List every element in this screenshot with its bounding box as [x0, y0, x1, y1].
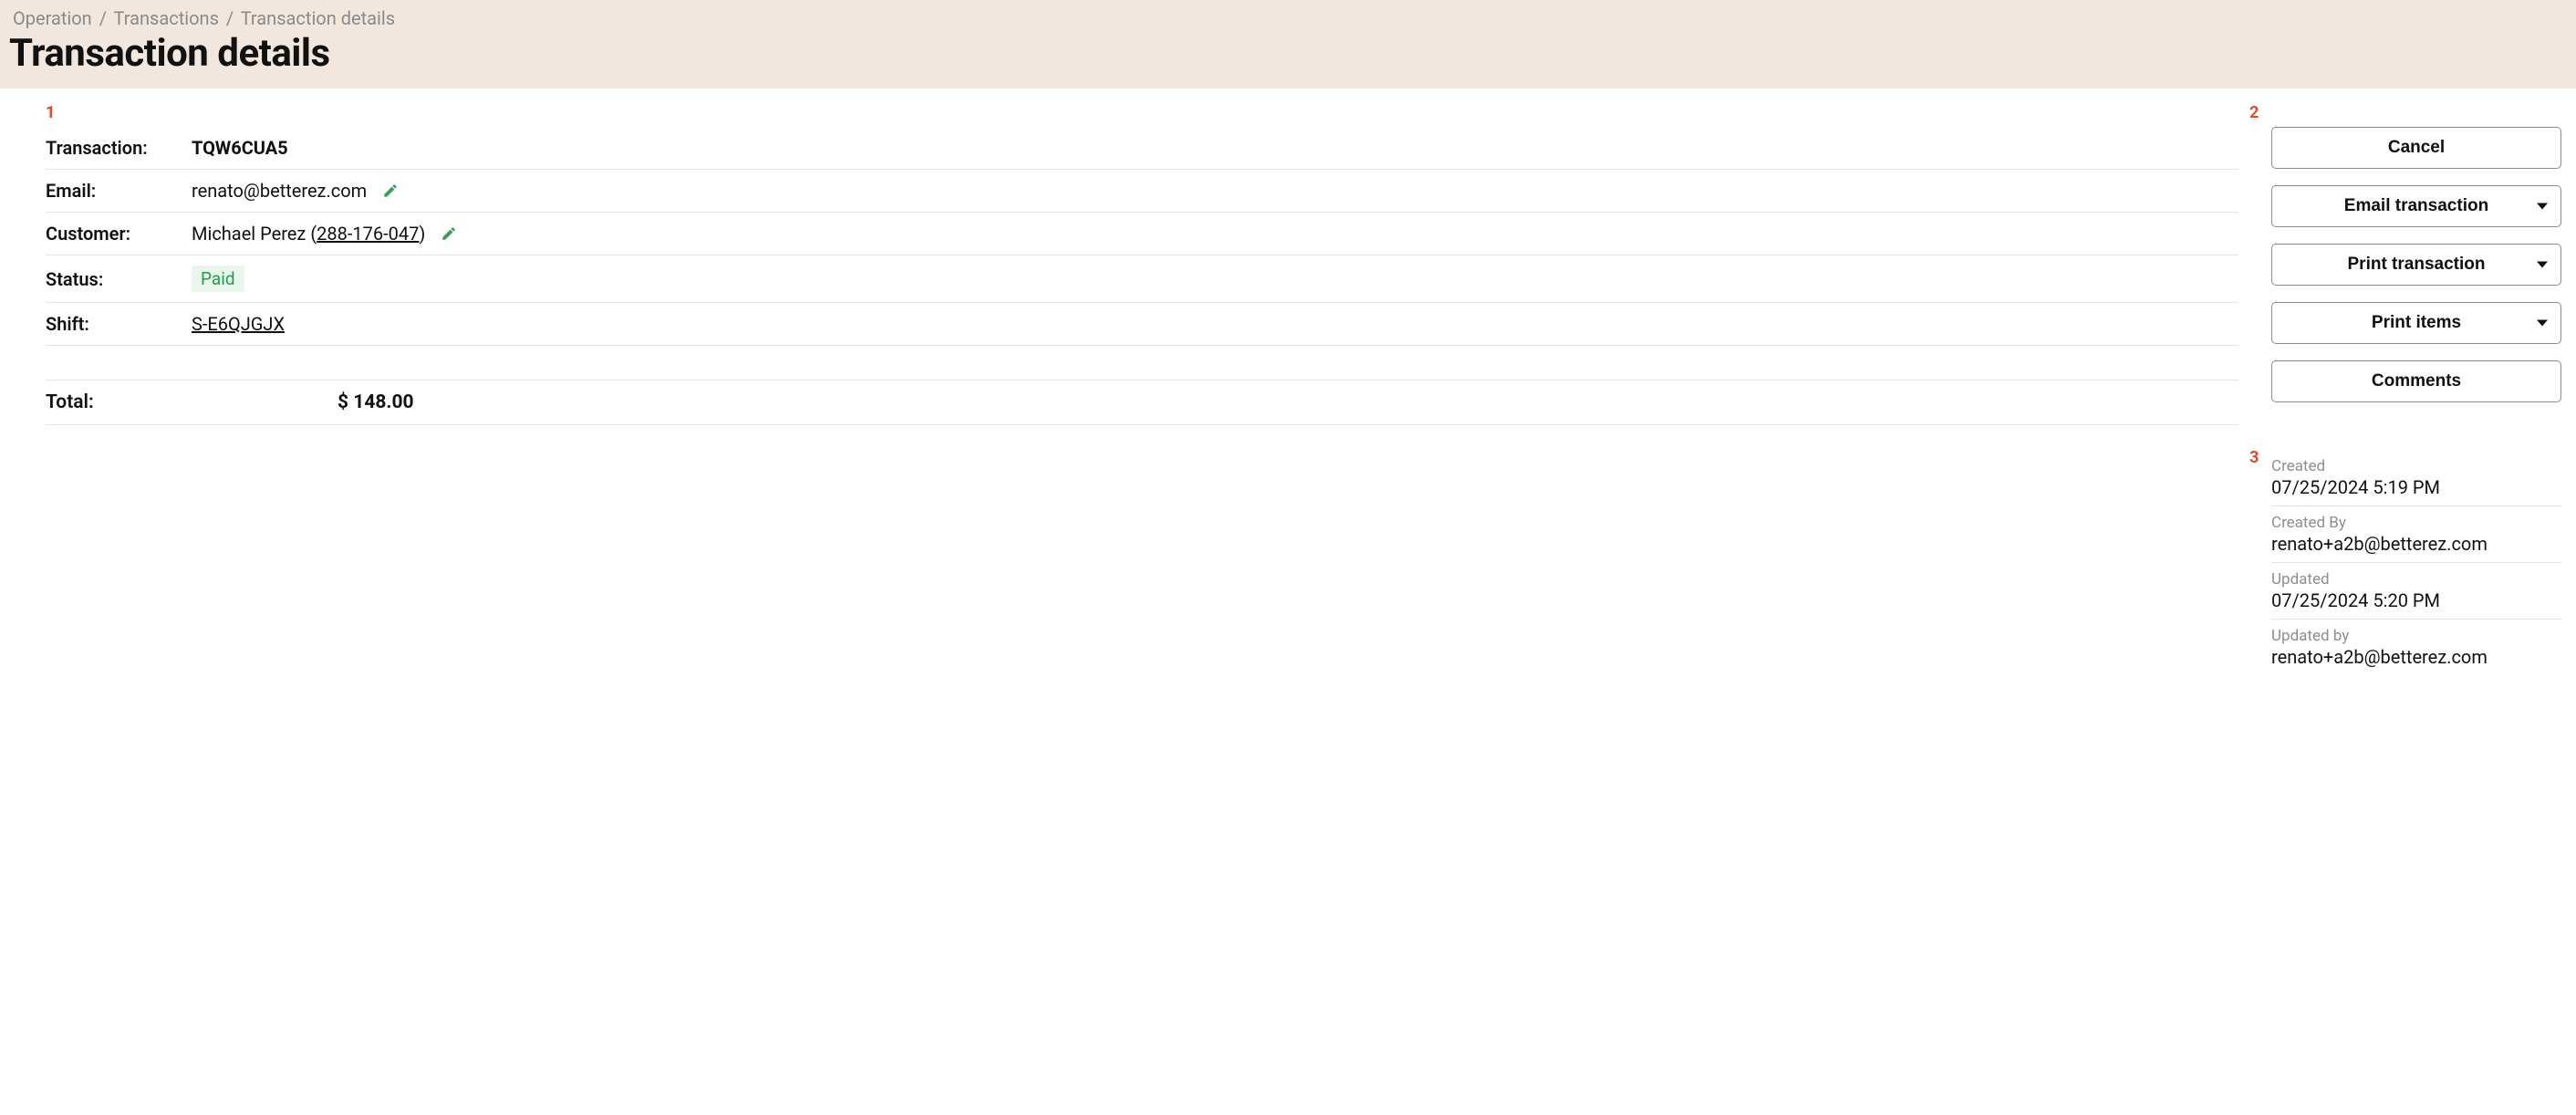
left-panel: 1 Transaction: TQW6CUA5 Email: renato@be… — [9, 89, 2238, 675]
breadcrumb-sep: / — [97, 7, 109, 29]
label-total: Total: — [46, 380, 192, 425]
page-title: Transaction details — [9, 31, 2567, 76]
value-email: renato@betterez.com — [192, 180, 367, 202]
meta-updated-by: Updated by renato+a2b@betterez.com — [2271, 620, 2561, 675]
label-shift: Shift: — [46, 303, 192, 346]
meta-created-by: Created By renato+a2b@betterez.com — [2271, 506, 2561, 563]
meta-created-by-value: renato+a2b@betterez.com — [2271, 533, 2561, 555]
customer-ref-close: ) — [419, 223, 425, 245]
value-total: $ 148.00 — [192, 380, 2238, 425]
meta-updated-label: Updated — [2271, 570, 2561, 589]
email-transaction-label: Email transaction — [2344, 196, 2488, 216]
actions: Cancel Email transaction Print transacti… — [2271, 127, 2561, 402]
meta-updated-by-label: Updated by — [2271, 627, 2561, 645]
cancel-button[interactable]: Cancel — [2271, 127, 2561, 169]
breadcrumb-current: Transaction details — [241, 7, 395, 29]
meta-updated-by-value: renato+a2b@betterez.com — [2271, 646, 2561, 668]
row-transaction: Transaction: TQW6CUA5 — [46, 127, 2238, 170]
print-items-label: Print items — [2372, 313, 2461, 333]
meta-block: 3 Created 07/25/2024 5:19 PM Created By … — [2271, 450, 2561, 675]
label-email: Email: — [46, 170, 192, 213]
cancel-button-label: Cancel — [2388, 138, 2445, 158]
value-shift-cell: S-E6QJGJX — [192, 303, 2238, 346]
row-email: Email: renato@betterez.com — [46, 170, 2238, 213]
page-body: 1 Transaction: TQW6CUA5 Email: renato@be… — [0, 89, 2576, 675]
row-customer: Customer: Michael Perez (288-176-047) — [46, 213, 2238, 255]
value-email-cell: renato@betterez.com — [192, 170, 2238, 213]
print-items-button[interactable]: Print items — [2271, 302, 2561, 344]
label-transaction: Transaction: — [46, 127, 192, 170]
label-status: Status: — [46, 255, 192, 303]
meta-created-label: Created — [2271, 457, 2561, 475]
callout-one: 1 — [46, 105, 55, 121]
caret-down-icon — [2537, 320, 2548, 327]
meta-updated: Updated 07/25/2024 5:20 PM — [2271, 563, 2561, 620]
print-transaction-label: Print transaction — [2348, 255, 2486, 275]
label-customer: Customer: — [46, 213, 192, 255]
value-customer-name: Michael Perez — [192, 223, 306, 245]
caret-down-icon — [2537, 262, 2548, 268]
status-badge: Paid — [192, 266, 244, 292]
customer-ref-link[interactable]: 288-176-047 — [317, 223, 419, 245]
details-table: Transaction: TQW6CUA5 Email: renato@bett… — [46, 127, 2238, 425]
spacer-row — [46, 346, 2238, 380]
row-status: Status: Paid — [46, 255, 2238, 303]
caret-down-icon — [2537, 203, 2548, 210]
callout-two: 2 — [2249, 105, 2259, 121]
value-customer-cell: Michael Perez (288-176-047) — [192, 213, 2238, 255]
breadcrumb: Operation / Transactions / Transaction d… — [9, 5, 2567, 29]
comments-button[interactable]: Comments — [2271, 360, 2561, 402]
row-total: Total: $ 148.00 — [46, 380, 2238, 425]
pencil-icon — [441, 225, 457, 242]
edit-email-icon[interactable] — [382, 182, 399, 199]
right-panel: 2 Cancel Email transaction Print transac… — [2271, 89, 2567, 675]
value-status-cell: Paid — [192, 255, 2238, 303]
meta-updated-value: 07/25/2024 5:20 PM — [2271, 589, 2561, 611]
meta-created-value: 07/25/2024 5:19 PM — [2271, 476, 2561, 498]
value-transaction: TQW6CUA5 — [192, 127, 2238, 170]
breadcrumb-transactions[interactable]: Transactions — [114, 7, 219, 29]
edit-customer-icon[interactable] — [441, 225, 457, 242]
page-header: Operation / Transactions / Transaction d… — [0, 0, 2576, 89]
shift-link[interactable]: S-E6QJGJX — [192, 313, 285, 335]
row-shift: Shift: S-E6QJGJX — [46, 303, 2238, 346]
pencil-icon — [382, 182, 399, 199]
breadcrumb-operation[interactable]: Operation — [13, 7, 92, 29]
email-transaction-button[interactable]: Email transaction — [2271, 185, 2561, 227]
breadcrumb-sep: / — [223, 7, 236, 29]
meta-created-by-label: Created By — [2271, 514, 2561, 532]
callout-three: 3 — [2249, 450, 2259, 466]
comments-label: Comments — [2372, 371, 2461, 391]
print-transaction-button[interactable]: Print transaction — [2271, 244, 2561, 286]
meta-created: Created 07/25/2024 5:19 PM — [2271, 450, 2561, 506]
